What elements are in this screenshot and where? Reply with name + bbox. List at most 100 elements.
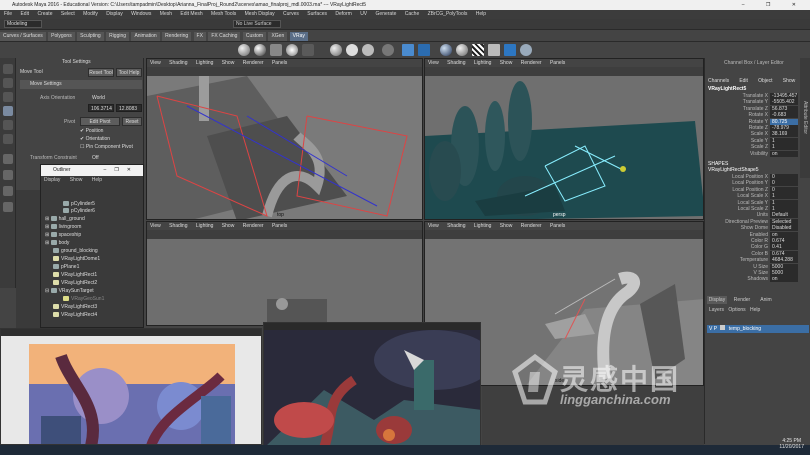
vp-menu-lighting[interactable]: Lighting <box>474 60 492 66</box>
layout-four-icon[interactable] <box>3 170 13 180</box>
channel-value-field[interactable]: Default <box>770 212 798 219</box>
vray-sky-icon[interactable] <box>456 44 468 56</box>
channel-value-field[interactable]: -5505.402 <box>770 99 798 106</box>
menu-curves[interactable]: Curves <box>283 11 299 17</box>
vray-texture-icon[interactable] <box>488 44 500 56</box>
layer-menu-options[interactable]: Options <box>728 307 745 313</box>
outliner-item[interactable]: ⊞ livingroom <box>45 224 81 231</box>
reset-tool-button[interactable]: Reset Tool <box>88 68 114 77</box>
paint-select-icon[interactable] <box>3 92 13 102</box>
outliner-menu-display[interactable]: Display <box>44 177 60 183</box>
checkbox-pin-pivot[interactable]: ☐ Pin Component Pivot <box>80 144 133 150</box>
outliner-item[interactable]: ⊞ hall_ground <box>45 216 85 223</box>
tab-rendering[interactable]: Rendering <box>162 32 192 41</box>
viewport-toolbar[interactable] <box>425 67 703 76</box>
vp-menu-renderer[interactable]: Renderer <box>243 60 264 66</box>
channel-value-field[interactable]: 0.674 <box>770 250 798 257</box>
tool-help-button[interactable]: Tool Help <box>116 68 142 77</box>
vp-menu-view[interactable]: View <box>428 60 439 66</box>
vp-menu-panels[interactable]: Panels <box>272 60 287 66</box>
tab-vray[interactable]: VRay <box>289 32 308 41</box>
viewport-toolbar[interactable] <box>147 67 422 76</box>
tab-fx[interactable]: FX <box>193 32 206 41</box>
outliner-window-controls[interactable]: –❐✕ <box>104 165 139 176</box>
window-controls[interactable]: – ❐ ✕ <box>742 0 806 10</box>
channel-value-field[interactable]: 1 <box>770 137 798 144</box>
cb-menu-show[interactable]: Show <box>783 78 796 84</box>
channel-value-field[interactable]: -0.683 <box>770 112 798 119</box>
channel-value-field[interactable]: -13495.457 <box>770 93 798 99</box>
tab-animation[interactable]: Animation <box>131 32 160 41</box>
vp-menu-renderer[interactable]: Renderer <box>243 223 264 229</box>
channel-value-field[interactable]: Disabled <box>770 225 798 232</box>
outliner-item[interactable]: ⊞ spaceship <box>45 232 81 239</box>
vray-sun-icon[interactable] <box>440 44 452 56</box>
vray-proxy-icon[interactable] <box>362 44 374 56</box>
outliner-item[interactable]: VRayLightRect1 <box>53 272 97 279</box>
tab-fx-caching[interactable]: FX Caching <box>208 32 241 41</box>
vp-menu-view[interactable]: View <box>150 223 161 229</box>
vp-menu-shading[interactable]: Shading <box>169 60 187 66</box>
menu-create[interactable]: Create <box>37 11 52 17</box>
menu-generate[interactable]: Generate <box>376 11 397 17</box>
move-tool-icon[interactable] <box>3 106 13 116</box>
channel-value-field[interactable]: 1 <box>770 193 798 200</box>
channel-value-field[interactable]: 4684.288 <box>770 257 798 264</box>
outliner-menu-help[interactable]: Help <box>92 177 102 183</box>
vp-menu-panels[interactable]: Panels <box>272 223 287 229</box>
channel-value-field[interactable]: 0 <box>770 180 798 187</box>
outliner-item[interactable]: ⊞ body <box>45 240 69 247</box>
move-settings-section[interactable]: Move Settings <box>20 80 142 89</box>
layer-playback-toggle[interactable]: P <box>714 326 717 332</box>
outliner-item[interactable]: VRayLightRect4 <box>53 312 97 319</box>
layer-tab-render[interactable]: Render <box>731 296 753 304</box>
channel-row[interactable]: Visibility on <box>704 150 798 158</box>
menu-modify[interactable]: Modify <box>83 11 98 17</box>
viewport-toolbar[interactable] <box>425 230 703 239</box>
menu-select[interactable]: Select <box>61 11 75 17</box>
vp-menu-panels[interactable]: Panels <box>550 223 565 229</box>
outliner-item[interactable]: VRayGeoSun1 <box>63 296 104 303</box>
live-surface-field[interactable]: No Live Surface <box>233 20 281 28</box>
vp-menu-lighting[interactable]: Lighting <box>474 223 492 229</box>
channel-value-field[interactable]: 0 <box>770 174 798 180</box>
vray-material-icon[interactable] <box>330 44 342 56</box>
tab-sculpting[interactable]: Sculpting <box>77 32 104 41</box>
channel-value-field[interactable]: -78.979 <box>770 125 798 131</box>
menu-cache[interactable]: Cache <box>405 11 419 17</box>
outliner-item[interactable]: pCylinder6 <box>63 208 95 215</box>
outliner-item[interactable]: pPlane1 <box>53 264 79 271</box>
vray-ipr-icon[interactable] <box>418 44 430 56</box>
menu-help[interactable]: Help <box>476 11 486 17</box>
vp-menu-view[interactable]: View <box>428 223 439 229</box>
checkbox-position[interactable]: ✔ Position <box>80 128 103 134</box>
channel-row[interactable]: Shadows on <box>704 276 798 283</box>
viewport-bottom-left[interactable]: View Shading Lighting Show Renderer Pane… <box>146 221 423 326</box>
outliner-item[interactable]: VRayLightDome1 <box>53 256 100 263</box>
channel-value-field[interactable]: Selected <box>770 218 798 225</box>
axis-orientation-value[interactable]: World <box>92 95 105 101</box>
channel-value-field[interactable]: 1 <box>770 199 798 206</box>
layer-menu-help[interactable]: Help <box>750 307 760 313</box>
vp-menu-renderer[interactable]: Renderer <box>521 223 542 229</box>
outliner-item[interactable]: ground_blocking <box>53 248 98 255</box>
vp-menu-view[interactable]: View <box>150 60 161 66</box>
vp-menu-shading[interactable]: Shading <box>169 223 187 229</box>
layout-single-icon[interactable] <box>3 154 13 164</box>
channel-value-field[interactable]: on <box>770 150 798 157</box>
menu-mesh-display[interactable]: Mesh Display <box>245 11 275 17</box>
vray-fur-icon[interactable] <box>382 44 394 56</box>
layer-visibility-toggle[interactable]: V <box>709 326 712 332</box>
outliner-menu-show[interactable]: Show <box>70 177 83 183</box>
menu-mesh[interactable]: Mesh <box>160 11 172 17</box>
vray-dome-icon[interactable] <box>286 44 298 56</box>
vp-menu-renderer[interactable]: Renderer <box>521 60 542 66</box>
outliner-item[interactable]: pCylinder5 <box>63 201 95 208</box>
menu-display[interactable]: Display <box>106 11 122 17</box>
scale-tool-icon[interactable] <box>3 134 13 144</box>
cb-menu-edit[interactable]: Edit <box>739 78 748 84</box>
viewport-top-left[interactable]: View Shading Lighting Show Renderer Pane… <box>146 58 423 220</box>
transform-constraint-value[interactable]: Off <box>92 155 99 161</box>
channel-value-field[interactable]: on <box>770 276 798 283</box>
layout-outliner-icon[interactable] <box>3 202 13 212</box>
